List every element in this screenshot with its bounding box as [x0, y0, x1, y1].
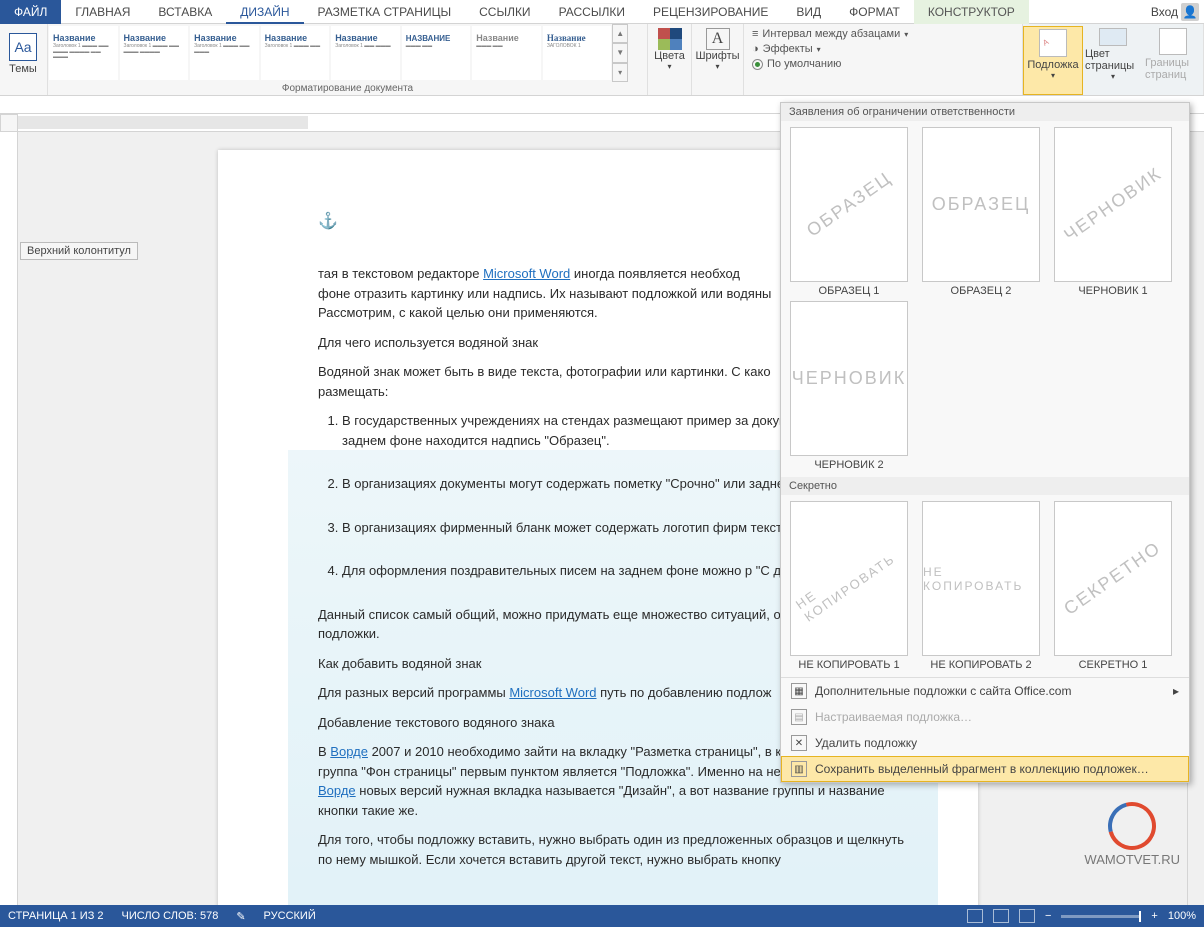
- tab-mailings[interactable]: РАССЫЛКИ: [545, 0, 639, 24]
- sb-language[interactable]: РУССКИЙ: [264, 910, 316, 922]
- page-borders-button[interactable]: Границы страниц: [1143, 26, 1203, 95]
- view-read-icon[interactable]: [967, 909, 983, 923]
- tab-home[interactable]: ГЛАВНАЯ: [61, 0, 144, 24]
- colors-icon: [658, 28, 682, 50]
- dd-section-disclaimers: Заявления об ограничении ответственности: [781, 103, 1189, 121]
- watermark-icon: A: [1039, 29, 1067, 57]
- style-gallery[interactable]: НазваниеЗаголовок 1 ▬▬▬ ▬▬ ▬▬▬ ▬▬▬▬ ▬▬ ▬…: [48, 24, 628, 82]
- login-label: Вход: [1151, 5, 1178, 19]
- site-logo: WAMOTVET.RU: [1084, 802, 1180, 867]
- wm-secret1[interactable]: СЕКРЕТНОСЕКРЕТНО 1: [1049, 501, 1177, 671]
- set-default[interactable]: По умолчанию: [752, 58, 1014, 70]
- wm-nocopy2[interactable]: НЕ КОПИРОВАТЬНЕ КОПИРОВАТЬ 2: [917, 501, 1045, 671]
- themes-button[interactable]: Aa Темы: [0, 24, 46, 84]
- spacing-icon: ≡: [752, 28, 758, 40]
- header-tag[interactable]: Верхний колонтитул: [20, 242, 138, 260]
- tab-view[interactable]: ВИД: [782, 0, 835, 24]
- sb-proofing-icon[interactable]: ✎: [236, 910, 245, 923]
- user-icon: 👤: [1181, 3, 1199, 21]
- dd-remove-watermark[interactable]: ✕Удалить подложку: [781, 730, 1189, 756]
- wm-draft2[interactable]: ЧЕРНОВИКЧЕРНОВИК 2: [785, 301, 913, 471]
- effects-icon: ◑: [752, 43, 759, 55]
- status-bar: СТРАНИЦА 1 ИЗ 2 ЧИСЛО СЛОВ: 578 ✎ РУССКИ…: [0, 905, 1204, 927]
- tab-format[interactable]: ФОРМАТ: [835, 0, 914, 24]
- paragraph-spacing[interactable]: ≡Интервал между абзацами▾: [752, 28, 1014, 40]
- wm-draft1[interactable]: ЧЕРНОВИКЧЕРНОВИК 1: [1049, 127, 1177, 297]
- view-print-icon[interactable]: [993, 909, 1009, 923]
- ribbon-tabs: ФАЙЛ ГЛАВНАЯ ВСТАВКА ДИЗАЙН РАЗМЕТКА СТР…: [0, 0, 1204, 24]
- watermark-dropdown: Заявления об ограничении ответственности…: [780, 102, 1190, 783]
- dd-save-selection[interactable]: ▥Сохранить выделенный фрагмент в коллекц…: [781, 756, 1189, 782]
- tab-file[interactable]: ФАЙЛ: [0, 0, 61, 24]
- wm-nocopy1[interactable]: НЕ КОПИРОВАТЬНЕ КОПИРОВАТЬ 1: [785, 501, 913, 671]
- default-icon: [752, 59, 763, 70]
- logo-icon: [1099, 793, 1165, 859]
- zoom-in[interactable]: +: [1151, 910, 1157, 922]
- group-formatting-label: Форматирование документа: [48, 83, 647, 94]
- tab-insert[interactable]: ВСТАВКА: [144, 0, 226, 24]
- page-color-icon: [1099, 28, 1127, 46]
- tab-references[interactable]: ССЫЛКИ: [465, 0, 544, 24]
- login-button[interactable]: Вход 👤: [1146, 3, 1204, 21]
- sb-page[interactable]: СТРАНИЦА 1 ИЗ 2: [8, 910, 104, 922]
- ruler-vertical[interactable]: [0, 132, 18, 905]
- zoom-out[interactable]: −: [1045, 910, 1051, 922]
- fonts-button[interactable]: A Шрифты▾: [695, 28, 739, 71]
- watermark-button[interactable]: A Подложка▾: [1023, 26, 1083, 95]
- wm-sample1[interactable]: ОБРАЗЕЦОБРАЗЕЦ 1: [785, 127, 913, 297]
- custom-icon: ▤: [791, 709, 807, 725]
- tab-design[interactable]: ДИЗАЙН: [226, 0, 303, 24]
- fonts-icon: A: [706, 28, 730, 50]
- gallery-scroll[interactable]: ▲▼▾: [612, 24, 628, 82]
- zoom-slider[interactable]: [1061, 915, 1141, 918]
- effects-button[interactable]: ◑Эффекты▾: [752, 43, 1014, 55]
- remove-icon: ✕: [791, 735, 807, 751]
- view-web-icon[interactable]: [1019, 909, 1035, 923]
- save-icon: ▥: [791, 761, 807, 777]
- page-borders-icon: [1159, 28, 1187, 55]
- tab-review[interactable]: РЕЦЕНЗИРОВАНИЕ: [639, 0, 782, 24]
- ribbon: Aa Темы НазваниеЗаголовок 1 ▬▬▬ ▬▬ ▬▬▬ ▬…: [0, 24, 1204, 96]
- themes-icon: Aa: [9, 33, 37, 61]
- dd-more-office[interactable]: ▦Дополнительные подложки с сайта Office.…: [781, 678, 1189, 704]
- sb-words[interactable]: ЧИСЛО СЛОВ: 578: [122, 910, 219, 922]
- tab-constructor[interactable]: КОНСТРУКТОР: [914, 0, 1029, 24]
- colors-button[interactable]: Цвета▾: [654, 28, 685, 71]
- dd-section-confidential: Секретно: [781, 477, 1189, 495]
- office-icon: ▦: [791, 683, 807, 699]
- zoom-value[interactable]: 100%: [1168, 910, 1196, 922]
- wm-sample2[interactable]: ОБРАЗЕЦОБРАЗЕЦ 2: [917, 127, 1045, 297]
- ruler-corner: [0, 114, 18, 132]
- dd-custom-watermark[interactable]: ▤Настраиваемая подложка…: [781, 704, 1189, 730]
- page-color-button[interactable]: Цвет страницы▾: [1083, 26, 1143, 95]
- tab-layout[interactable]: РАЗМЕТКА СТРАНИЦЫ: [304, 0, 466, 24]
